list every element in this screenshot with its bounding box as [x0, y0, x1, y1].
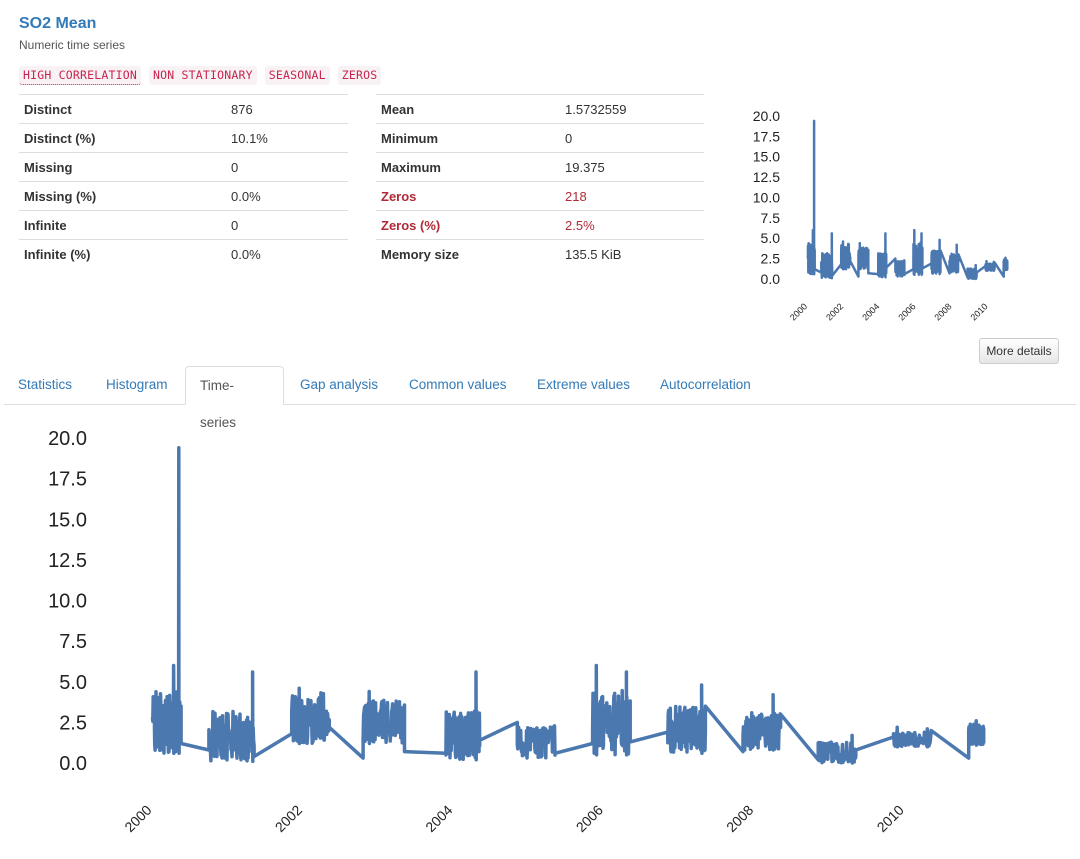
x-tick-label: 2004 [422, 802, 455, 835]
y-tick-label: 10.0 [753, 189, 780, 205]
stat-value: 2.5% [560, 210, 704, 240]
stat-label: Infinite (%) [19, 239, 226, 268]
stat-label: Minimum [376, 123, 560, 153]
x-tick-label: 2010 [969, 301, 990, 322]
mini-time-series-chart: 0.0 2.5 5.0 7.5 10.0 12.5 15.0 17.5 20.0 2000 2002… [753, 108, 1009, 323]
stat-row-memory-size: Memory size 135.5 KiB [376, 239, 704, 268]
stat-row-mean: Mean 1.5732559 [376, 94, 704, 124]
alert-badges: HIGH CORRELATION NON STATIONARY SEASONAL… [19, 66, 382, 85]
series-line [806, 119, 1009, 281]
x-tick-label: 2008 [932, 301, 953, 322]
y-tick-label: 7.5 [59, 631, 87, 653]
stat-value: 0 [226, 210, 348, 240]
stat-label: Mean [376, 94, 560, 124]
stat-value: 0.0% [226, 181, 348, 211]
y-tick-label: 17.5 [753, 128, 780, 144]
stat-label: Zeros [376, 181, 560, 211]
stat-value: 0 [560, 123, 704, 153]
y-tick-label: 2.5 [59, 712, 87, 734]
stat-row-distinct-pct: Distinct (%) 10.1% [19, 123, 348, 153]
stat-label: Distinct [19, 94, 226, 124]
badge-seasonal: SEASONAL [264, 66, 330, 85]
badge-zeros: ZEROS [337, 66, 382, 85]
x-tick-label: 2002 [824, 301, 845, 322]
y-tick-label: 0.0 [59, 753, 87, 775]
stat-value: 0 [226, 152, 348, 182]
variable-title: SO2 Mean [19, 15, 97, 32]
x-tick-label: 2002 [272, 802, 305, 835]
y-tick-label: 7.5 [761, 210, 781, 226]
stat-row-missing-pct: Missing (%) 0.0% [19, 181, 348, 211]
y-tick-label: 20.0 [48, 428, 87, 450]
stat-row-infinite: Infinite 0 [19, 210, 348, 240]
tab-autocorrelation[interactable]: Autocorrelation [646, 366, 765, 403]
y-tick-label: 5.0 [59, 672, 87, 694]
y-tick-label: 2.5 [761, 251, 781, 267]
details-tabs: Statistics Histogram Time-series Gap ana… [4, 366, 1076, 430]
badge-non-stationary: NON STATIONARY [148, 66, 257, 85]
x-tick-label: 2006 [896, 301, 917, 322]
stats-table-right: Mean 1.5732559 Minimum 0 Maximum 19.375 Zer… [376, 94, 704, 268]
x-tick-label: 2004 [860, 301, 881, 322]
stat-row-maximum: Maximum 19.375 [376, 152, 704, 182]
y-tick-label: 0.0 [761, 271, 781, 287]
stat-row-minimum: Minimum 0 [376, 123, 704, 153]
stat-value: 218 [560, 181, 704, 211]
variable-subtitle: Numeric time series [19, 38, 126, 52]
stat-value: 876 [226, 94, 348, 124]
x-tick-label: 2010 [874, 802, 907, 835]
series-line [150, 446, 986, 765]
stat-value: 0.0% [226, 239, 348, 268]
stats-table-left: Distinct 876 Distinct (%) 10.1% Missing 0 M… [19, 94, 348, 268]
badge-high-correlation[interactable]: HIGH CORRELATION [19, 66, 141, 85]
stat-label: Infinite [19, 210, 226, 240]
stat-label: Maximum [376, 152, 560, 182]
stat-label: Missing (%) [19, 181, 226, 211]
stat-row-infinite-pct: Infinite (%) 0.0% [19, 239, 348, 268]
y-tick-label: 17.5 [48, 469, 87, 491]
stat-row-distinct: Distinct 876 [19, 94, 348, 124]
more-details-button[interactable]: More details [979, 338, 1059, 364]
stat-value: 10.1% [226, 123, 348, 153]
stat-label: Zeros (%) [376, 210, 560, 240]
stat-value: 19.375 [560, 152, 704, 182]
tab-statistics[interactable]: Statistics [4, 366, 86, 403]
stat-value: 1.5732559 [560, 94, 704, 124]
y-tick-label: 12.5 [48, 550, 87, 572]
tab-histogram[interactable]: Histogram [92, 366, 182, 403]
stat-row-zeros-pct: Zeros (%) 2.5% [376, 210, 704, 240]
stat-row-zeros: Zeros 218 [376, 181, 704, 211]
time-series-chart: 0.0 2.5 5.0 7.5 10.0 12.5 15.0 17.5 20.0 2000 2002… [48, 428, 986, 835]
x-tick-label: 2000 [121, 802, 154, 835]
x-tick-label: 2008 [723, 802, 756, 835]
y-tick-label: 20.0 [753, 108, 780, 124]
stat-value: 135.5 KiB [560, 239, 704, 268]
y-tick-label: 5.0 [761, 230, 781, 246]
x-tick-label: 2000 [788, 301, 809, 322]
y-tick-label: 12.5 [753, 169, 780, 185]
y-tick-label: 15.0 [753, 149, 780, 165]
stat-label: Distinct (%) [19, 123, 226, 153]
tab-time-series[interactable]: Time-series [185, 366, 284, 430]
x-tick-label: 2006 [573, 802, 606, 835]
y-tick-label: 15.0 [48, 509, 87, 531]
tab-extreme-values[interactable]: Extreme values [523, 366, 644, 403]
stat-label: Missing [19, 152, 226, 182]
stat-label: Memory size [376, 239, 560, 268]
tab-common-values[interactable]: Common values [395, 366, 521, 403]
tab-gap-analysis[interactable]: Gap analysis [286, 366, 392, 403]
y-tick-label: 10.0 [48, 591, 87, 613]
stat-row-missing: Missing 0 [19, 152, 348, 182]
